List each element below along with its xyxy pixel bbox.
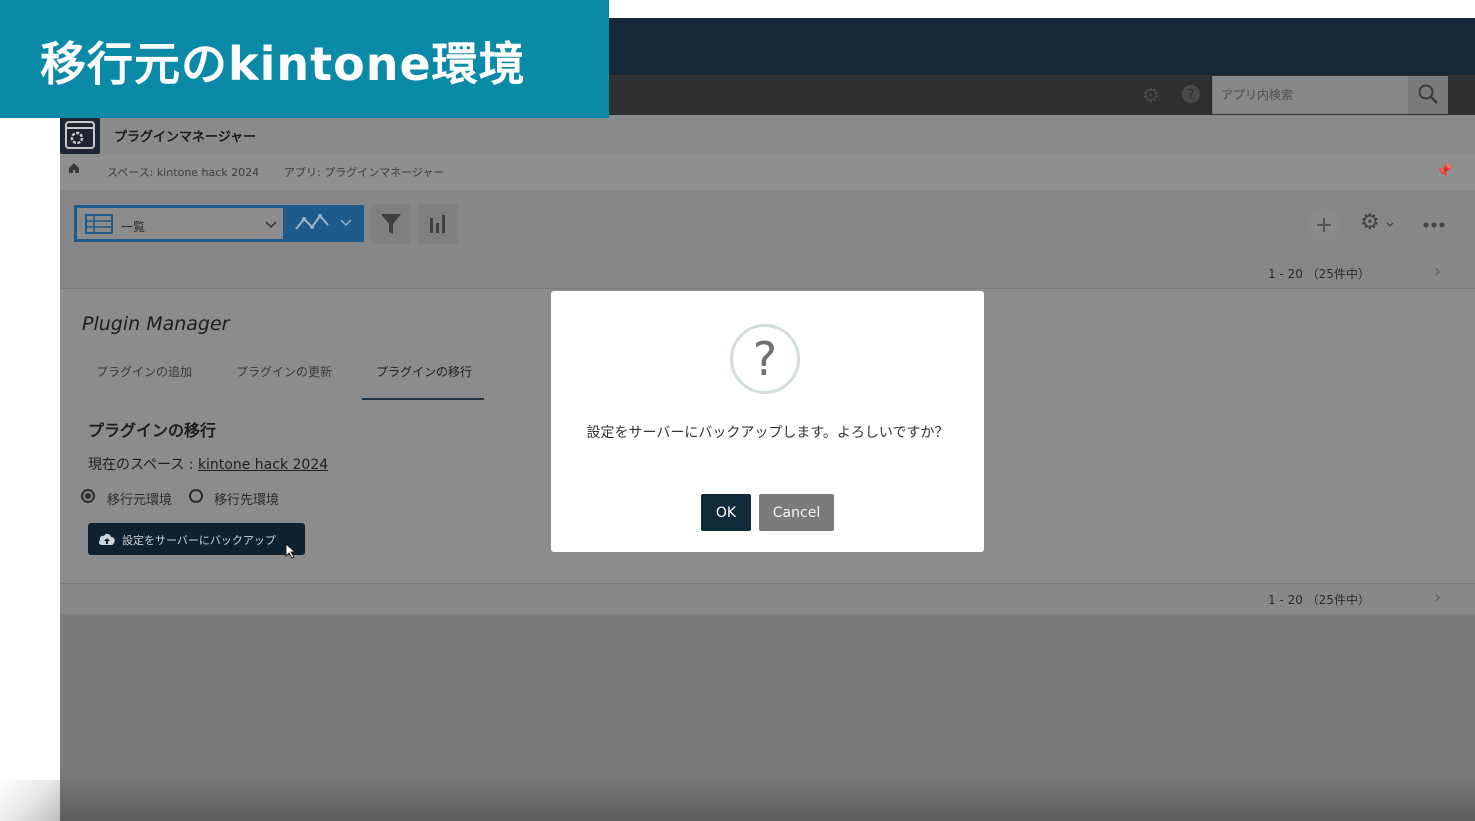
section-title: プラグインの移行	[88, 421, 217, 440]
pagination-info-top: 1 - 20 （25件中）	[1268, 267, 1370, 281]
dialog-message: 設定をサーバーにバックアップします。よろしいですか？	[586, 425, 949, 441]
svg-text:?: ?	[1188, 88, 1195, 103]
app-header	[60, 115, 1475, 153]
view-selector-label: 一覧	[121, 220, 146, 234]
add-record-button[interactable]	[1308, 209, 1340, 241]
breadcrumb-app[interactable]: アプリ: プラグインマネージャー	[284, 164, 444, 180]
help-icon[interactable]: ?	[1180, 84, 1202, 106]
next-page-icon-top[interactable]: ›	[1434, 261, 1441, 282]
filter-button[interactable]	[371, 204, 411, 244]
app-search-input[interactable]	[1213, 76, 1403, 114]
bar-chart-icon	[430, 215, 445, 233]
plugin-manager-title: Plugin Manager	[82, 313, 230, 335]
tab-migrate-plugin[interactable]: プラグインの移行	[376, 363, 472, 380]
app-title: プラグインマネージャー	[114, 130, 257, 145]
active-tab-indicator	[362, 398, 484, 400]
plus-icon	[1317, 218, 1331, 232]
app-settings-button[interactable]: ⚙	[1358, 209, 1400, 241]
chevron-down-icon	[340, 219, 352, 227]
backup-button-label: 設定をサーバーにバックアップ	[122, 534, 276, 547]
list-footer	[60, 583, 1475, 614]
next-page-icon-bottom[interactable]: ›	[1434, 587, 1441, 608]
tab-add-plugin[interactable]: プラグインの追加	[96, 363, 192, 380]
breadcrumb-space[interactable]: スペース: kintone hack 2024	[107, 164, 259, 180]
graph-selector[interactable]	[286, 205, 364, 242]
cancel-button[interactable]: Cancel	[759, 494, 834, 531]
ok-button[interactable]: OK	[701, 494, 751, 531]
question-icon: ?	[730, 324, 800, 394]
radio-source-env[interactable]	[81, 489, 95, 503]
chevron-down-icon	[265, 221, 277, 229]
current-space-line: 現在のスペース : kintone hack 2024	[88, 454, 328, 474]
current-space-label: 現在のスペース :	[88, 457, 198, 473]
app-icon	[60, 116, 100, 154]
mouse-cursor-icon	[285, 543, 297, 559]
current-space-link[interactable]: kintone hack 2024	[198, 457, 328, 473]
radio-destination-env[interactable]	[189, 489, 203, 503]
more-options-button[interactable]	[1420, 215, 1450, 235]
kintone-screen: ⚙ ? プラグインマネージャー スペース: kintone hack 2024 …	[60, 18, 1475, 821]
pin-icon[interactable]: 📌	[1436, 164, 1452, 179]
settings-gear-icon[interactable]: ⚙	[1140, 84, 1162, 106]
home-icon[interactable]	[68, 162, 80, 177]
table-view-icon	[85, 214, 113, 234]
search-icon	[1418, 84, 1438, 104]
search-button[interactable]	[1408, 76, 1448, 114]
filter-icon	[381, 214, 401, 234]
breadcrumb	[60, 154, 1475, 190]
caption-banner: 移行元のkintone環境	[0, 0, 609, 118]
app-search-field[interactable]	[1212, 76, 1409, 114]
chevron-down-icon	[1386, 222, 1394, 227]
pagination-info-bottom: 1 - 20 （25件中）	[1268, 593, 1370, 607]
radio-source-env-label: 移行元環境	[107, 493, 173, 508]
radio-destination-env-label: 移行先環境	[214, 493, 280, 508]
backup-to-server-button[interactable]: 設定をサーバーにバックアップ	[88, 523, 305, 559]
ellipsis-icon	[1423, 222, 1445, 228]
empty-area	[60, 614, 1475, 821]
gear-icon: ⚙	[1360, 210, 1380, 235]
tab-update-plugin[interactable]: プラグインの更新	[236, 363, 332, 380]
cloud-upload-icon	[98, 533, 115, 545]
caption-banner-title: 移行元のkintone環境	[40, 37, 526, 91]
view-selector[interactable]: 一覧	[74, 205, 286, 242]
graph-line-icon	[295, 214, 329, 230]
corner-shade	[0, 780, 60, 821]
confirm-dialog: ? 設定をサーバーにバックアップします。よろしいですか？ OK Cancel	[551, 291, 984, 552]
chart-button[interactable]	[418, 204, 458, 244]
